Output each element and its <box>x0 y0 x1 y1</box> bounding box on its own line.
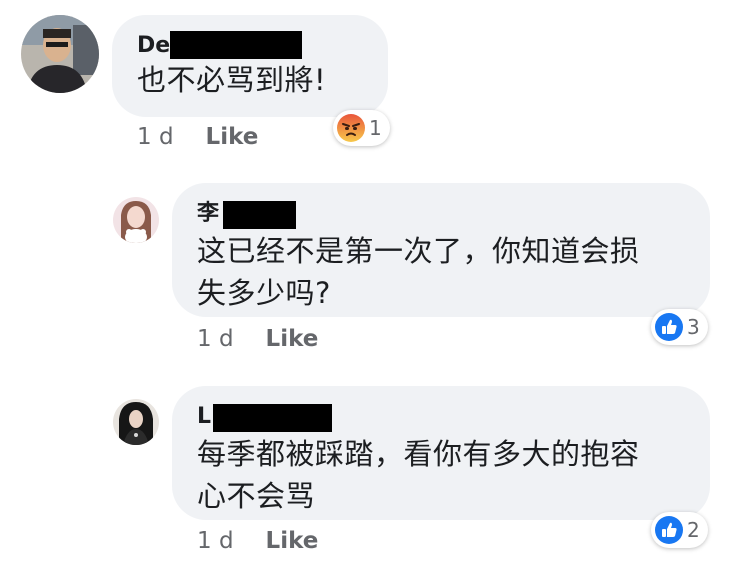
comment-time[interactable]: 1 d <box>197 528 234 554</box>
redacted-name <box>213 404 332 432</box>
like-button[interactable]: Like <box>206 124 259 150</box>
comment-text: 这已经不是第一次了，你知道会损 失多少吗? <box>197 234 640 310</box>
reaction-badge[interactable]: 1 <box>333 110 390 146</box>
avatar[interactable] <box>113 197 159 243</box>
redacted-name <box>223 201 296 229</box>
like-reaction-icon <box>655 313 683 341</box>
reaction-badge[interactable]: 3 <box>651 309 708 345</box>
reaction-count: 2 <box>687 518 700 542</box>
comment-time[interactable]: 1 d <box>197 326 234 352</box>
comment-text: 也不必骂到將! <box>137 63 327 97</box>
comment-author[interactable]: L <box>197 404 211 430</box>
comment-author[interactable]: 李 <box>197 201 219 227</box>
reaction-count: 3 <box>687 315 700 339</box>
comment-meta: 1 d Like <box>197 527 318 555</box>
redacted-name <box>170 31 302 59</box>
reaction-count: 1 <box>369 116 382 140</box>
comment-meta: 1 d Like <box>137 123 258 151</box>
comment-author[interactable]: De <box>137 33 170 59</box>
angry-reaction-icon <box>337 114 365 142</box>
avatar[interactable] <box>21 15 99 93</box>
avatar[interactable] <box>113 399 159 445</box>
like-reaction-icon <box>655 516 683 544</box>
comment-meta: 1 d Like <box>197 325 318 353</box>
reaction-badge[interactable]: 2 <box>651 512 708 548</box>
like-button[interactable]: Like <box>266 528 319 554</box>
comment-text: 每季都被踩踏，看你有多大的抱容 心不会骂 <box>197 437 640 513</box>
like-button[interactable]: Like <box>266 326 319 352</box>
comment-time[interactable]: 1 d <box>137 124 174 150</box>
